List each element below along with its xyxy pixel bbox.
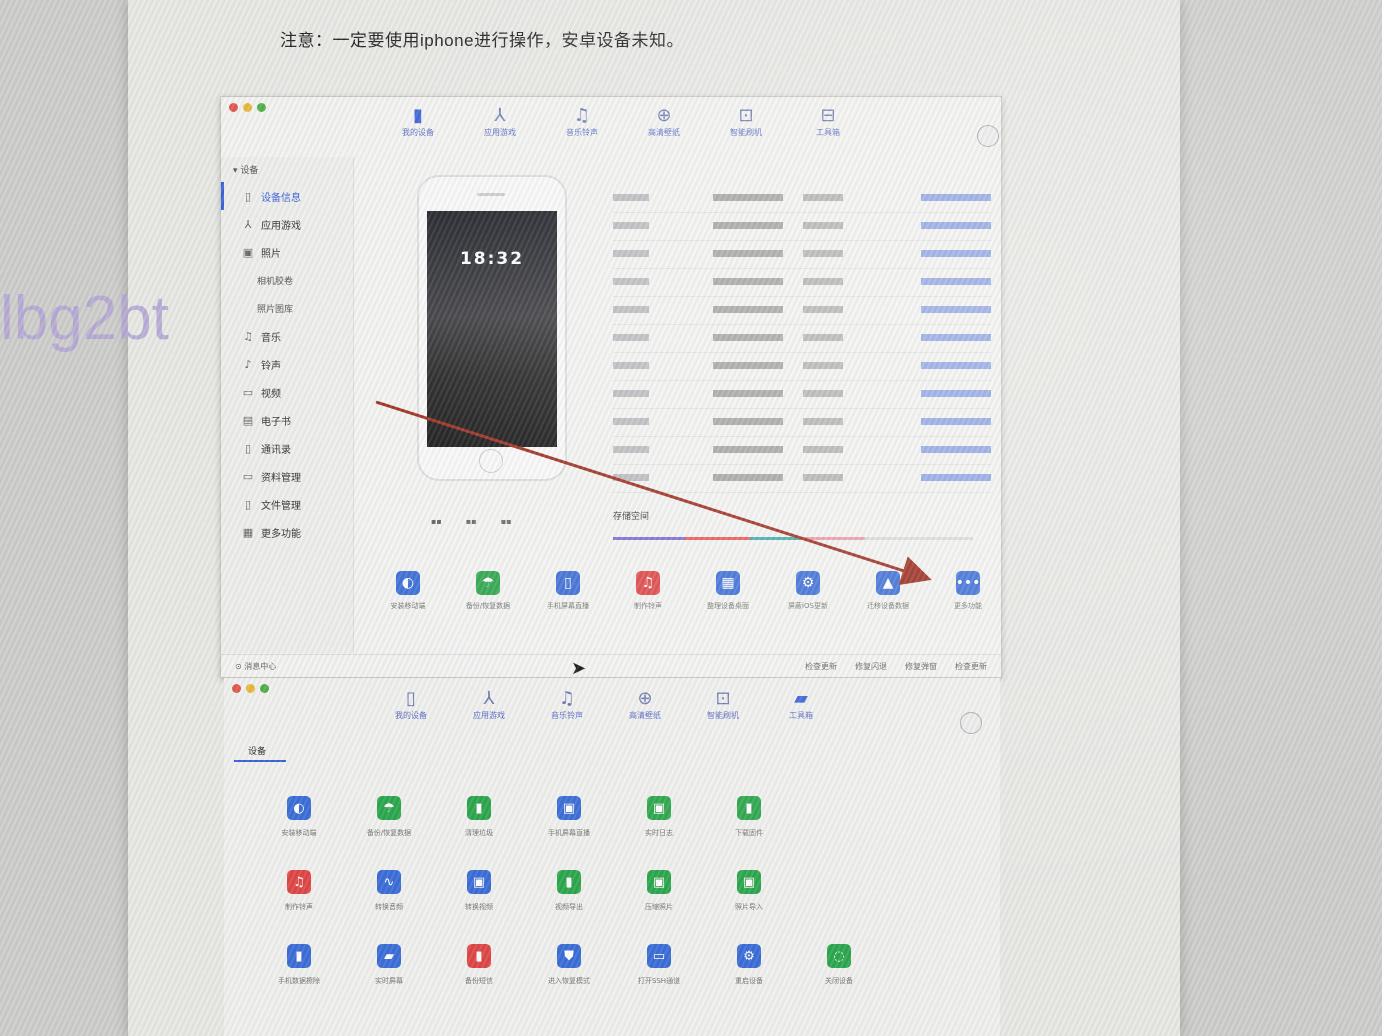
annotation-arrow: [375, 400, 932, 585]
mouse-cursor-icon: ➤: [571, 658, 587, 679]
